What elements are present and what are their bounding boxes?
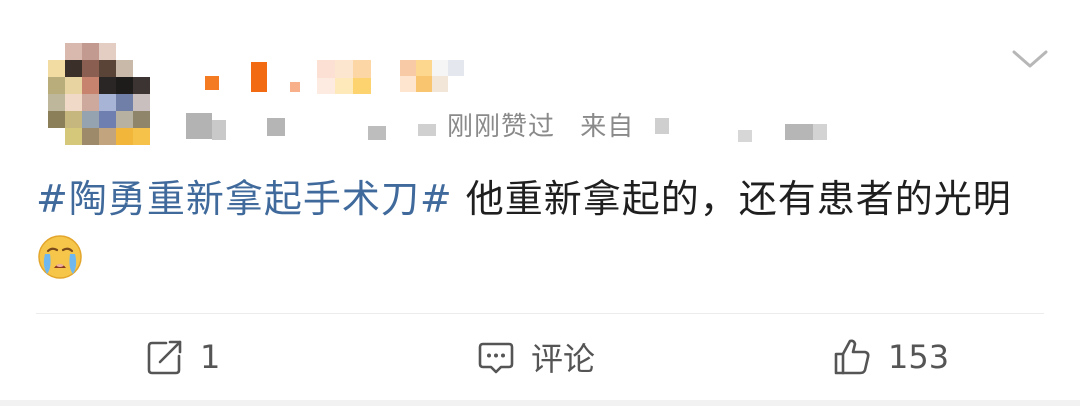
chevron-down-icon[interactable]	[1008, 48, 1052, 72]
avatar[interactable]	[48, 43, 152, 147]
like-button[interactable]: 153	[832, 332, 949, 382]
weibo-post-card: 刚刚赞过 来自 #陶勇重新拿起手术刀# 他重新拿起的，还有患者的光明 1 评论 …	[0, 0, 1080, 406]
thumbs-up-icon	[834, 339, 870, 375]
username[interactable]	[195, 58, 485, 98]
crying-face-emoji	[38, 235, 82, 279]
topic-link[interactable]: #陶勇重新拿起手术刀#	[36, 177, 453, 221]
post-source: 来自	[580, 112, 635, 142]
comment-button[interactable]: 评论	[477, 332, 595, 382]
post-meta: 刚刚赞过 来自	[447, 106, 634, 143]
divider	[36, 313, 1044, 314]
post-time: 刚刚赞过	[447, 112, 556, 142]
card-bottom-separator	[0, 400, 1080, 406]
repost-icon	[147, 340, 182, 375]
comment-label: 评论	[531, 340, 596, 378]
post-content: #陶勇重新拿起手术刀# 他重新拿起的，还有患者的光明	[36, 172, 1046, 280]
comment-icon	[478, 342, 514, 374]
post-text: 他重新拿起的，还有患者的光明	[452, 177, 1012, 221]
like-count: 153	[888, 338, 950, 376]
repost-button[interactable]: 1	[146, 332, 220, 382]
repost-count: 1	[200, 338, 221, 376]
